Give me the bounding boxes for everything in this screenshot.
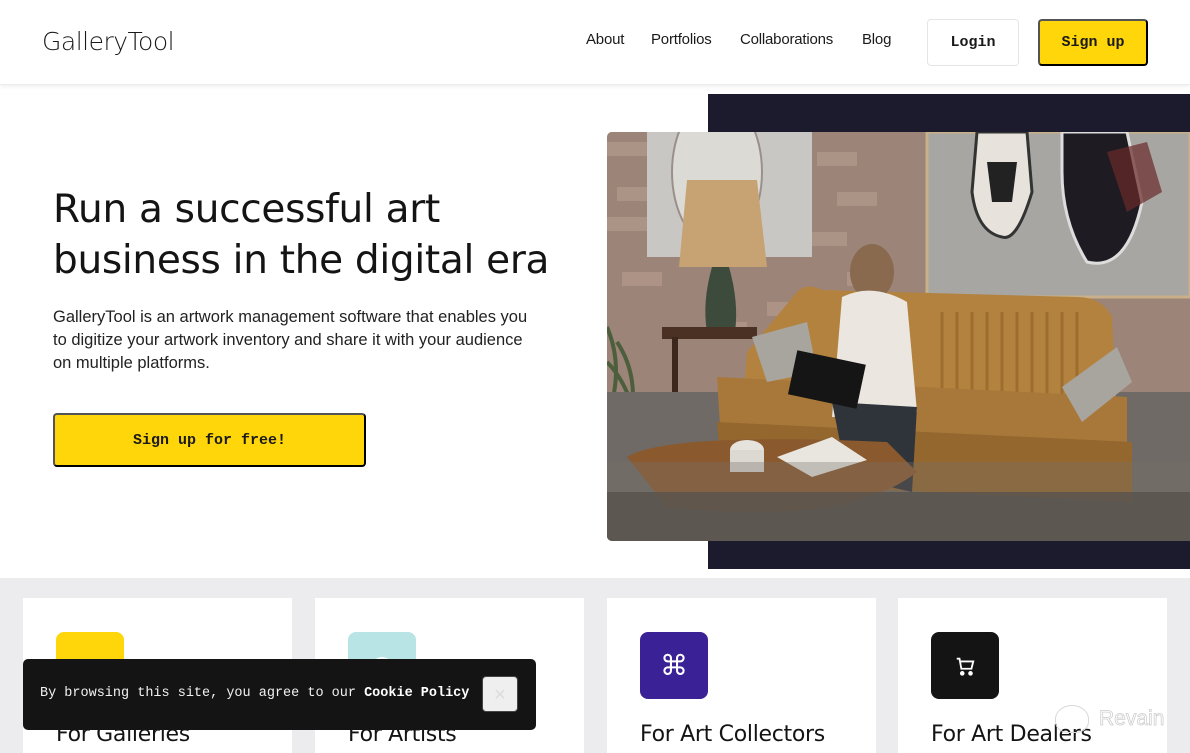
hero-image (607, 132, 1190, 541)
hero-title-line-2: business in the digital era (53, 238, 550, 283)
cookie-banner: By browsing this site, you agree to our … (23, 659, 536, 730)
cookie-message: By browsing this site, you agree to our (40, 686, 365, 701)
nav-collaborations[interactable]: Collaborations (740, 31, 833, 48)
nav-portfolios[interactable]: Portfolios (651, 31, 712, 48)
revain-watermark: Revain (1055, 705, 1165, 733)
hero-photo-illustration (607, 132, 1190, 541)
nav-about[interactable]: About (586, 31, 624, 48)
signup-button[interactable]: Sign up (1038, 19, 1148, 66)
cart-svg (956, 657, 975, 676)
nav-blog[interactable]: Blog (862, 31, 891, 48)
revain-logo-icon (1055, 705, 1089, 733)
feature-title: For Art Collectors (640, 722, 825, 747)
login-button[interactable]: Login (927, 19, 1019, 66)
logo[interactable]: GalleryTool (42, 27, 175, 56)
command-glyph: ⌘ (660, 650, 688, 681)
cookie-text: By browsing this site, you agree to our … (40, 686, 469, 701)
site-header: GalleryTool About Portfolios Collaborati… (0, 0, 1190, 85)
hero-title-line-1: Run a successful art (53, 187, 440, 232)
hero-description: GalleryTool is an artwork management sof… (53, 308, 528, 372)
close-icon[interactable]: ✕ (482, 676, 518, 712)
command-icon: ⌘ (640, 632, 708, 699)
feature-card-collectors[interactable]: ⌘ For Art Collectors (607, 598, 876, 753)
cart-icon (931, 632, 999, 699)
watermark-text: Revain (1099, 707, 1165, 731)
cookie-policy-link[interactable]: Cookie Policy (364, 686, 469, 701)
hero-title: Run a successful art business in the dig… (53, 184, 573, 286)
signup-free-button[interactable]: Sign up for free! (53, 413, 366, 467)
